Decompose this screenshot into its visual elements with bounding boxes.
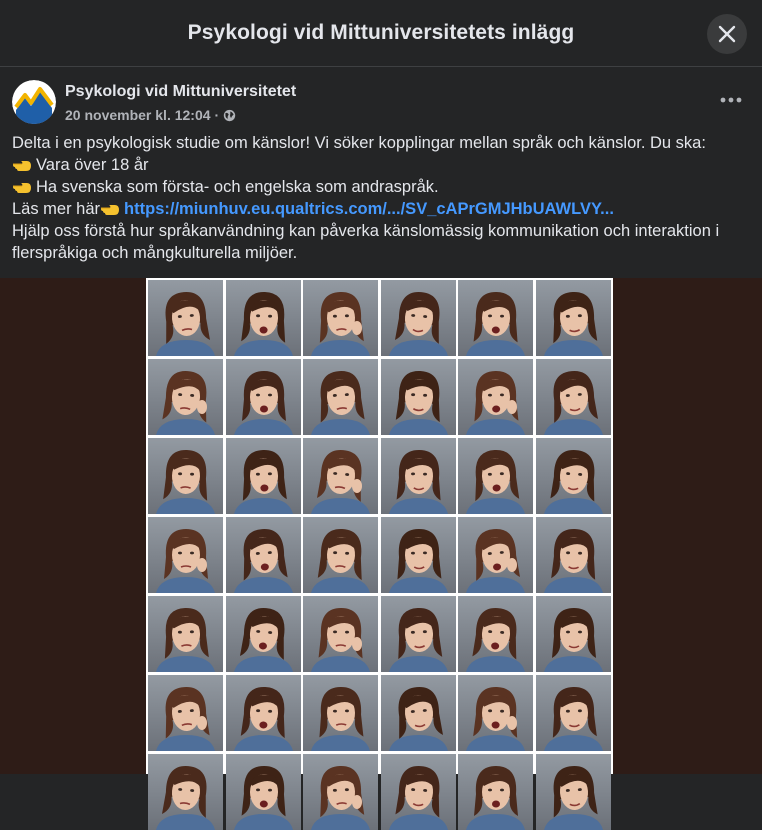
survey-link[interactable]: https://miunhuv.eu.qualtrics.com/.../SV_… [124, 200, 614, 218]
avatar[interactable] [12, 80, 56, 124]
face-photo-tile [303, 359, 379, 435]
post-meta: 20 november kl. 12:04 · [65, 107, 236, 123]
post-media[interactable] [0, 278, 762, 830]
face-photo-tile [303, 517, 379, 593]
face-grid [148, 280, 611, 830]
university-logo-icon [12, 80, 56, 124]
post-text-link-line: Läs mer här https://miunhuv.eu.qualtrics… [12, 198, 752, 220]
face-photo-tile [380, 359, 456, 435]
post-timestamp[interactable]: 20 november kl. 12:04 [65, 107, 211, 123]
face-photo-tile [148, 517, 223, 593]
face-photo-tile [380, 675, 456, 751]
face-photo-tile [225, 675, 301, 751]
face-photo-tile [148, 280, 223, 356]
face-photo-tile [225, 517, 301, 593]
face-photo-tile [148, 754, 223, 830]
face-photo-tile [380, 596, 456, 672]
pointing-hand-icon [13, 183, 31, 193]
face-photo-tile [380, 280, 456, 356]
face-photo-tile [225, 596, 301, 672]
face-photo-tile [380, 517, 456, 593]
post-header: Psykologi vid Mittuniversitetet 20 novem… [0, 68, 762, 130]
face-photo-tile [535, 438, 611, 514]
face-photo-tile [535, 596, 611, 672]
face-photo-tile [380, 754, 456, 830]
post-text-line: Delta i en psykologisk studie om känslor… [12, 134, 706, 152]
post-text-line: Hjälp oss förstå hur språkanvändning kan… [12, 222, 720, 262]
face-photo-tile [303, 754, 379, 830]
post-text-bullet: Ha svenska som första- och engelska som … [12, 176, 752, 198]
close-button[interactable] [707, 14, 747, 54]
more-options-icon [720, 97, 742, 103]
face-photo-tile [303, 675, 379, 751]
post-text-bullet: Vara över 18 år [12, 154, 752, 176]
read-more-label: Läs mer här [12, 200, 101, 218]
face-photo-tile [148, 675, 223, 751]
face-photo-tile [225, 280, 301, 356]
face-photo-tile [458, 438, 534, 514]
meta-separator: · [214, 107, 220, 123]
face-photo-tile [303, 280, 379, 356]
face-photo-tile [148, 438, 223, 514]
face-photo-tile [225, 438, 301, 514]
face-photo-tile [303, 438, 379, 514]
modal-title: Psykologi vid Mittuniversitetets inlägg [187, 21, 575, 44]
bullet-label: Ha svenska som första- och engelska som … [36, 178, 439, 196]
bullet-label: Vara över 18 år [36, 156, 149, 174]
face-photo-tile [225, 359, 301, 435]
globe-icon [224, 109, 236, 121]
face-photo-tile [458, 280, 534, 356]
face-photo-tile [535, 675, 611, 751]
emotion-face-grid-image[interactable] [146, 278, 613, 830]
face-photo-tile [303, 596, 379, 672]
pointing-hand-icon [13, 161, 31, 171]
face-photo-tile [535, 517, 611, 593]
close-icon [718, 25, 736, 43]
face-photo-tile [458, 517, 534, 593]
post-text: Delta i en psykologisk studie om känslor… [12, 132, 752, 264]
more-options-button[interactable] [716, 88, 746, 112]
face-photo-tile [148, 359, 223, 435]
post-author[interactable]: Psykologi vid Mittuniversitetet [65, 83, 296, 101]
face-photo-tile [535, 754, 611, 830]
face-photo-tile [148, 596, 223, 672]
face-photo-tile [535, 359, 611, 435]
face-photo-tile [458, 359, 534, 435]
face-photo-tile [458, 675, 534, 751]
face-photo-tile [458, 754, 534, 830]
modal-header: Psykologi vid Mittuniversitetets inlägg [0, 0, 762, 67]
pointing-hand-icon [101, 205, 120, 215]
face-photo-tile [458, 596, 534, 672]
face-photo-tile [380, 438, 456, 514]
face-photo-tile [535, 280, 611, 356]
face-photo-tile [225, 754, 301, 830]
